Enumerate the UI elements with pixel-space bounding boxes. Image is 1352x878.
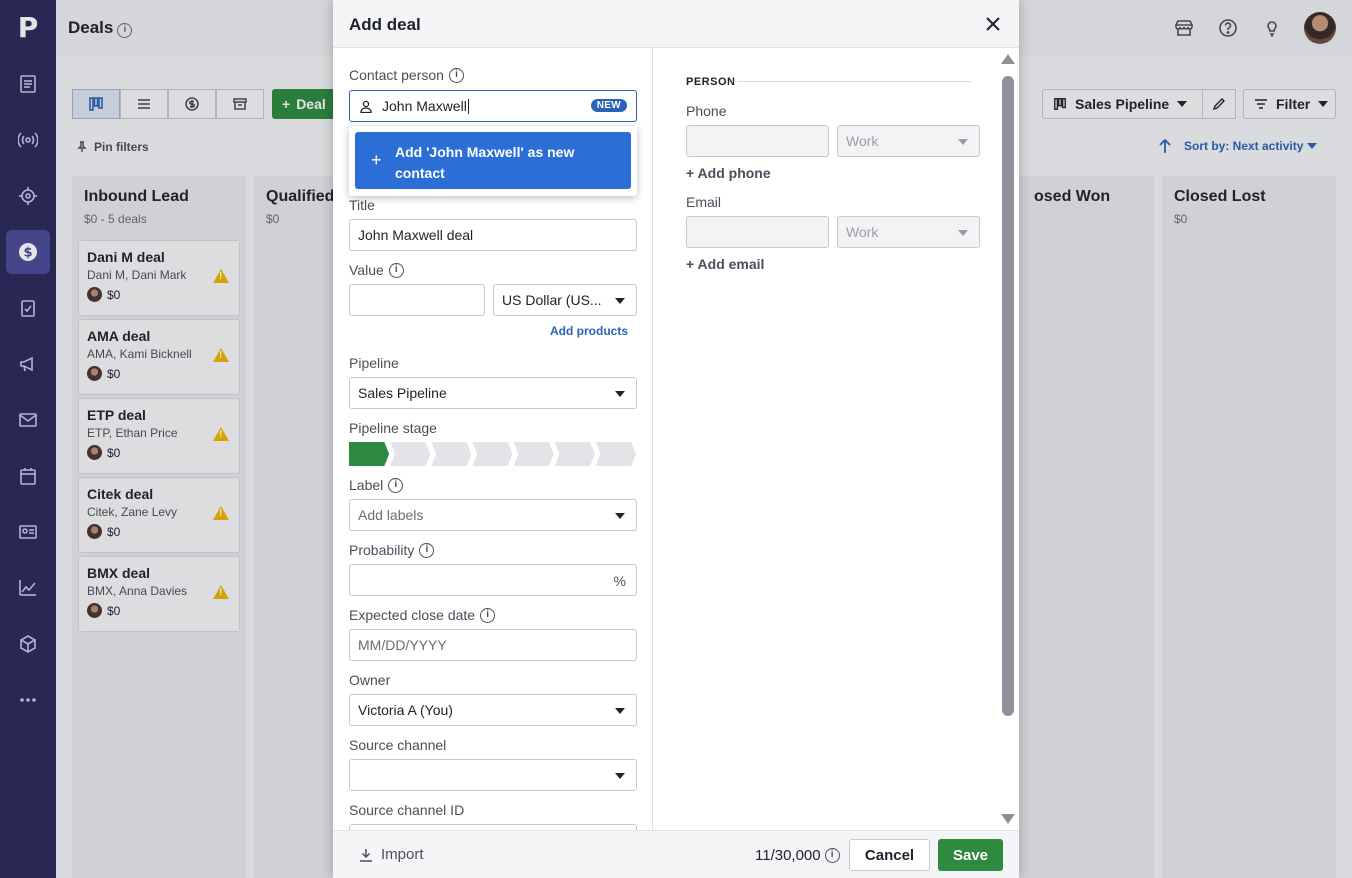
deal-title-input[interactable]: John Maxwell deal (349, 219, 637, 251)
labels-select[interactable]: Add labels (349, 499, 637, 531)
info-icon[interactable]: i (448, 67, 464, 83)
person-panel: PERSON Phone Work + Add phone Email Work… (654, 48, 998, 830)
title-label-text: Title (349, 197, 375, 213)
contact-suggestions-dropdown: + Add 'John Maxwell' as new contact (349, 126, 637, 196)
scroll-down-arrow-icon[interactable] (1001, 814, 1015, 824)
contact-person-value: John Maxwell (382, 98, 467, 114)
info-icon[interactable]: i (419, 542, 435, 558)
info-icon[interactable]: i (388, 262, 404, 278)
pipeline-stage-label: Pipeline stage (349, 420, 437, 436)
contact-person-label: Contact person i (349, 67, 464, 83)
title-label: Title (349, 197, 375, 213)
pipeline-stage-segment[interactable] (554, 442, 595, 466)
pipeline-stage-segment[interactable] (390, 442, 431, 466)
add-new-contact-option[interactable]: + Add 'John Maxwell' as new contact (355, 132, 631, 189)
source-channel-label: Source channel (349, 737, 446, 753)
scrollbar-thumb[interactable] (1002, 76, 1014, 716)
source-channel-id-label-text: Source channel ID (349, 802, 465, 818)
pipeline-stage-segment[interactable] (595, 442, 636, 466)
text-cursor (467, 98, 469, 114)
person-icon (360, 100, 372, 113)
currency-select[interactable]: US Dollar (US... (493, 284, 637, 316)
close-icon[interactable] (983, 14, 1003, 34)
email-input[interactable] (686, 216, 829, 248)
pipeline-stage-label-text: Pipeline stage (349, 420, 437, 436)
add-deal-modal: Add deal Contact person i John Maxwell NE… (333, 0, 1019, 878)
value-input[interactable] (349, 284, 485, 316)
probability-label-text: Probability (349, 542, 415, 558)
modal-footer: Import 11/30,000 i Cancel Save (333, 830, 1019, 878)
pipeline-select[interactable]: Sales Pipeline (349, 377, 637, 409)
cancel-button[interactable]: Cancel (849, 839, 930, 871)
record-counter: 11/30,000 i (755, 847, 840, 864)
close-date-input[interactable]: MM/DD/YYYY (349, 629, 637, 661)
pipeline-stage-segment[interactable] (513, 442, 554, 466)
contact-person-label-text: Contact person (349, 67, 444, 83)
add-email-link[interactable]: + Add email (686, 256, 764, 272)
phone-input[interactable] (686, 125, 829, 157)
info-icon[interactable]: i (824, 848, 840, 863)
import-label: Import (381, 846, 424, 863)
info-icon[interactable]: i (480, 607, 496, 623)
owner-label-text: Owner (349, 672, 391, 688)
phone-type-select[interactable]: Work (837, 125, 980, 157)
add-new-contact-label: Add 'John Maxwell' as new contact (395, 144, 575, 181)
owner-select[interactable]: Victoria A (You) (349, 694, 637, 726)
import-button[interactable]: Import (359, 846, 424, 863)
person-section-title: PERSON (686, 76, 736, 88)
probability-input[interactable]: % (349, 564, 637, 596)
modal-title: Add deal (349, 15, 421, 34)
value-label: Value i (349, 262, 404, 278)
add-phone-link[interactable]: + Add phone (686, 165, 771, 181)
modal-header: Add deal (333, 0, 1019, 48)
label-label: Label i (349, 477, 404, 493)
deal-form: Contact person i John Maxwell NEW + Add '… (333, 48, 653, 830)
add-products-link[interactable]: Add products (550, 324, 628, 338)
phone-label: Phone (686, 103, 727, 119)
owner-label: Owner (349, 672, 390, 688)
scroll-up-arrow-icon[interactable] (1001, 54, 1015, 64)
pipeline-label: Pipeline (349, 355, 399, 371)
email-label: Email (686, 194, 722, 210)
source-channel-select[interactable] (349, 759, 637, 791)
save-button[interactable]: Save (938, 839, 1003, 871)
source-channel-label-text: Source channel (349, 737, 447, 753)
pipeline-stage-segment[interactable] (431, 442, 472, 466)
contact-person-input[interactable]: John Maxwell NEW (349, 90, 637, 122)
section-divider (738, 81, 972, 82)
new-badge: NEW (590, 99, 627, 112)
probability-label: Probability i (349, 542, 435, 558)
pipeline-stage-segment[interactable] (349, 442, 390, 466)
pipeline-stage-segment[interactable] (472, 442, 513, 466)
close-date-label: Expected close date i (349, 607, 496, 623)
close-date-label-text: Expected close date (349, 607, 476, 623)
plus-icon: + (371, 150, 382, 170)
label-label-text: Label (349, 477, 384, 493)
percent-unit: % (613, 573, 626, 589)
modal-scrollbar[interactable] (998, 48, 1019, 830)
pipeline-label-text: Pipeline (349, 355, 399, 371)
pipeline-stage-selector (349, 442, 637, 466)
email-type-select[interactable]: Work (837, 216, 980, 248)
info-icon[interactable]: i (388, 477, 404, 493)
download-icon (360, 848, 372, 862)
counter-text: 11/30,000 (755, 847, 821, 864)
source-channel-id-label: Source channel ID (349, 802, 464, 818)
value-label-text: Value (349, 262, 384, 278)
